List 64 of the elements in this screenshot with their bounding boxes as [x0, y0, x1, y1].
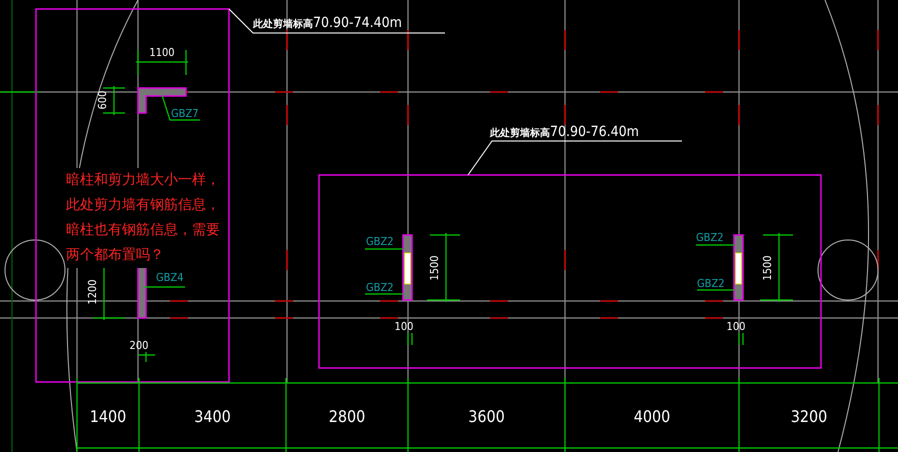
axis-tick-mark	[564, 105, 566, 125]
elevation-label: 此处剪墙标高70.90-74.40m	[253, 15, 402, 31]
axis-tick-mark	[738, 30, 740, 50]
dimension-text: 1500	[428, 255, 441, 281]
axis-tick-mark	[705, 91, 723, 93]
axis-tick-mark	[286, 250, 288, 270]
leader-line	[697, 289, 734, 291]
leader-line	[365, 293, 403, 295]
wall-column-shape	[733, 234, 744, 301]
question-note: 暗柱和剪力墙大小一样， 此处剪力墙有钢筋信息， 暗柱也有钢筋信息，需要 两个都布置吗？	[66, 168, 220, 268]
axis-tick-mark	[600, 91, 618, 93]
axis-dimension-text: 3200	[790, 407, 828, 426]
axis-tick-mark	[286, 105, 288, 125]
axis-tick-mark	[877, 105, 879, 125]
axis-tick-mark	[275, 300, 293, 302]
axis-tick-mark	[275, 91, 293, 93]
axis-circle	[818, 240, 878, 300]
wall-column-shape	[137, 265, 147, 319]
axis-dimension-text: 2800	[328, 407, 366, 426]
axis-tick-mark	[877, 30, 879, 50]
axis-tick-mark	[738, 105, 740, 125]
dimension-text: 100	[726, 320, 746, 333]
wall-label: GBZ2	[696, 231, 724, 244]
wall-column-shape	[402, 234, 413, 301]
axis-tick-mark	[407, 105, 409, 125]
axis-tick-mark	[407, 30, 409, 50]
leader-line	[161, 94, 200, 121]
axis-tick-mark	[600, 317, 618, 319]
dimension-text: 1100	[149, 46, 175, 59]
axis-dimension-text: 1400	[90, 407, 126, 426]
leader-line	[144, 286, 185, 288]
axis-tick-mark	[705, 300, 723, 302]
axis-dimension-text: 3400	[194, 407, 231, 426]
axis-circle	[4, 240, 66, 300]
wall-label: GBZ2	[366, 281, 394, 294]
dimension-text: 1500	[761, 255, 774, 281]
leader-line	[365, 248, 403, 250]
dimension-text: 100	[394, 320, 414, 333]
dimension-text: 600	[96, 90, 109, 110]
axis-tick-mark	[286, 30, 288, 50]
dimension-text: 200	[130, 339, 148, 352]
axis-tick-mark	[380, 300, 398, 302]
axis-tick-mark	[490, 317, 508, 319]
axis-tick-mark	[170, 300, 188, 302]
dimension-text: 1200	[86, 279, 99, 305]
axis-dimension-text: 4000	[634, 407, 670, 426]
leader-line	[696, 244, 734, 246]
axis-tick-mark	[490, 91, 508, 93]
wall-label: GBZ2	[697, 277, 725, 290]
axis-tick-mark	[490, 300, 508, 302]
wall-label: GBZ4	[156, 271, 184, 284]
axis-tick-mark	[564, 30, 566, 50]
axis-dimension-text: 3600	[468, 407, 505, 426]
elevation-label: 此处剪墙标高70.90-76.40m	[490, 124, 639, 140]
axis-tick-mark	[564, 250, 566, 270]
axis-tick-mark	[877, 250, 879, 270]
wall-label: GBZ2	[366, 235, 394, 248]
axis-tick-mark	[380, 91, 398, 93]
axis-tick-mark	[600, 300, 618, 302]
axis-tick-mark	[380, 317, 398, 319]
axis-tick-mark	[170, 317, 188, 319]
wall-label: GBZ7	[171, 107, 199, 120]
axis-tick-mark	[275, 317, 293, 319]
axis-tick-mark	[705, 317, 723, 319]
